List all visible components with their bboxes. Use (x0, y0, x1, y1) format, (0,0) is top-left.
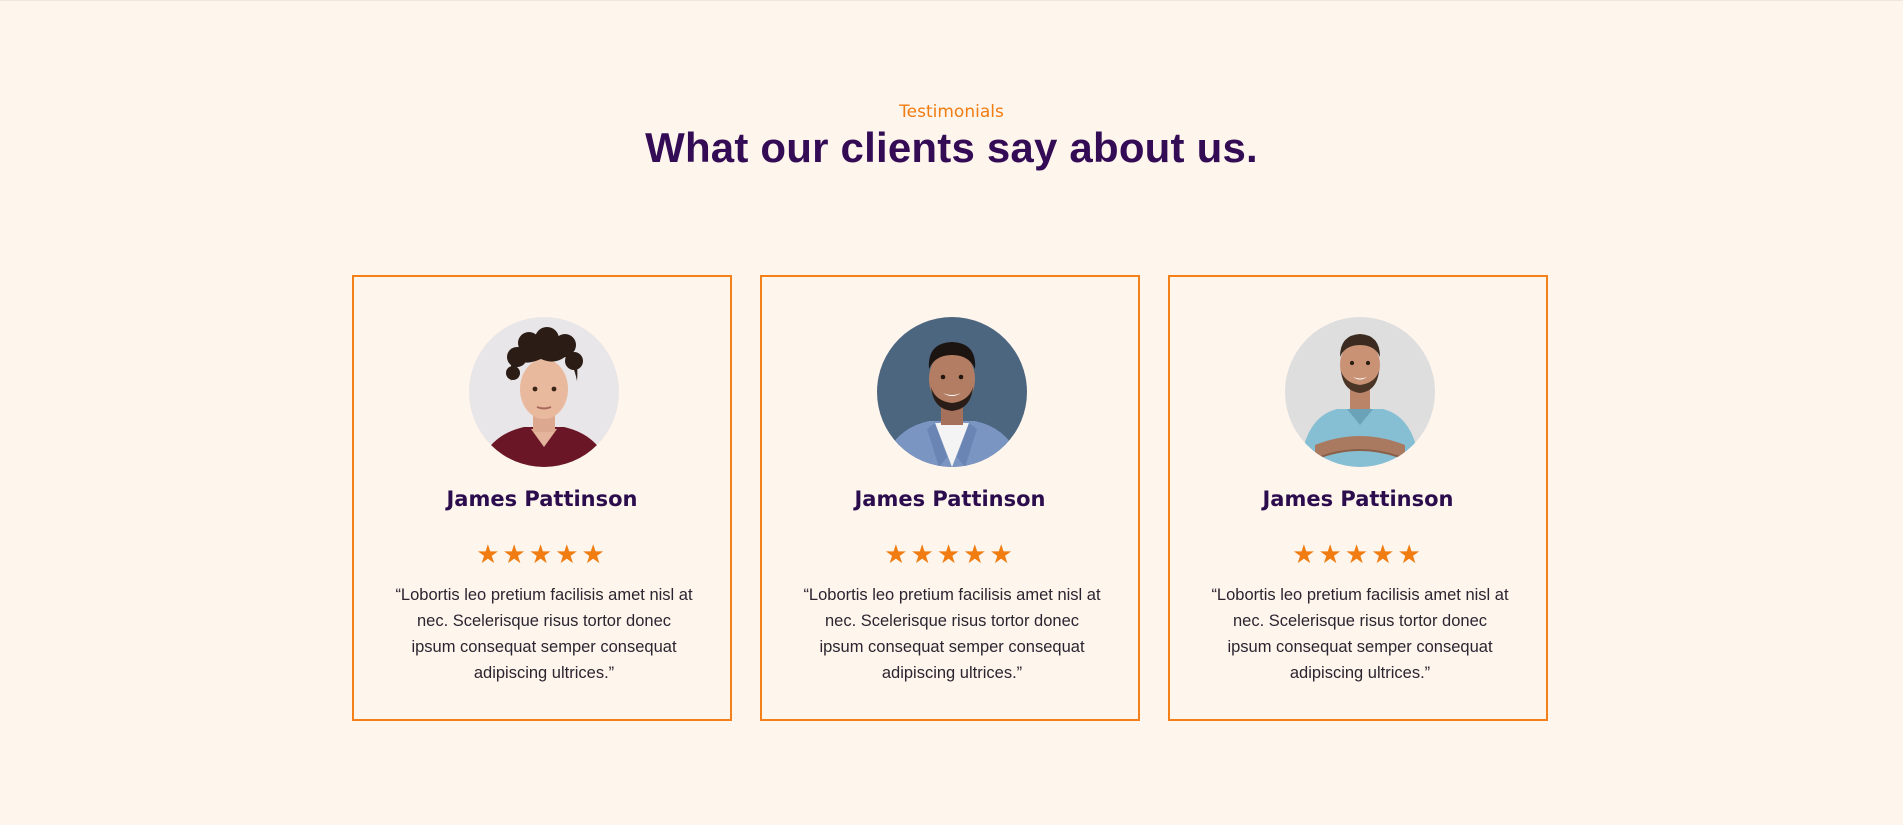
avatar (469, 317, 619, 467)
rating-stars: ★★★★★ (1292, 540, 1424, 570)
avatar (877, 317, 1027, 467)
testimonial-quote: “Lobortis leo pretium facilisis amet nis… (803, 586, 1101, 682)
rating-stars: ★★★★★ (476, 540, 608, 570)
testimonial-card: James Pattinson ★★★★★ “Lobortis leo pret… (760, 275, 1140, 721)
section-headline: What our clients say about us. (645, 124, 1258, 171)
avatar (1285, 317, 1435, 467)
rating-stars: ★★★★★ (884, 540, 1016, 570)
section-eyebrow: Testimonials (899, 102, 1004, 122)
testimonial-card: James Pattinson ★★★★★ “Lobortis leo pret… (352, 275, 732, 721)
testimonial-name: James Pattinson (446, 487, 638, 511)
testimonial-quote: “Lobortis leo pretium facilisis amet nis… (1211, 586, 1509, 682)
testimonial-name: James Pattinson (1262, 487, 1454, 511)
testimonial-name: James Pattinson (854, 487, 1046, 511)
testimonial-quote: “Lobortis leo pretium facilisis amet nis… (395, 586, 693, 682)
top-divider (0, 0, 1903, 1)
testimonial-card: James Pattinson ★★★★★ “Lobortis leo pret… (1168, 275, 1548, 721)
